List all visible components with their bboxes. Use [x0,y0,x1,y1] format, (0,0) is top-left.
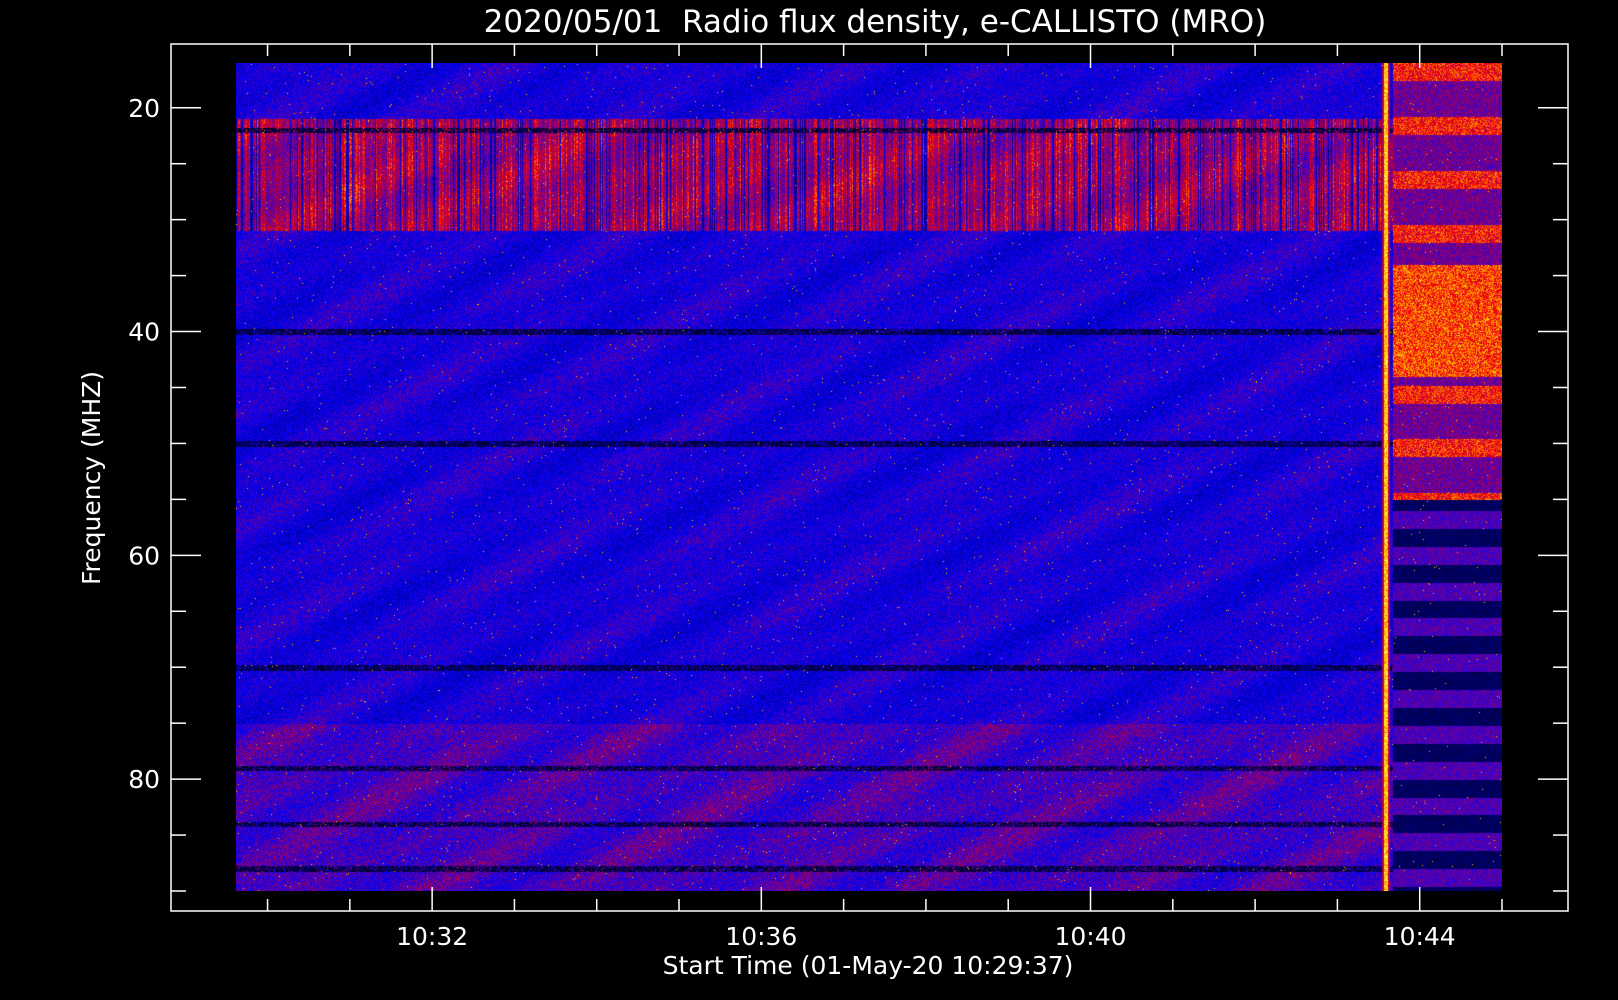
x-tick-label: 10:44 [1384,922,1456,951]
spectrogram-chart: 2020/05/01 Radio flux density, e-CALLIST… [0,0,1618,1000]
spectrogram-image [236,63,1502,891]
x-axis-label: Start Time (01-May-20 10:29:37) [663,951,1074,980]
x-tick-label: 10:36 [725,922,797,951]
x-tick-label: 10:40 [1054,922,1126,951]
y-tick-label: 20 [128,94,160,123]
y-tick-label: 60 [128,541,160,570]
y-tick-label: 80 [128,765,160,794]
y-tick-label: 40 [128,318,160,347]
x-tick-label: 10:32 [396,922,468,951]
chart-title: 2020/05/01 Radio flux density, e-CALLIST… [484,4,1267,40]
y-axis-label: Frequency (MHZ) [77,371,106,585]
spectrogram-heatmap [236,63,1502,891]
